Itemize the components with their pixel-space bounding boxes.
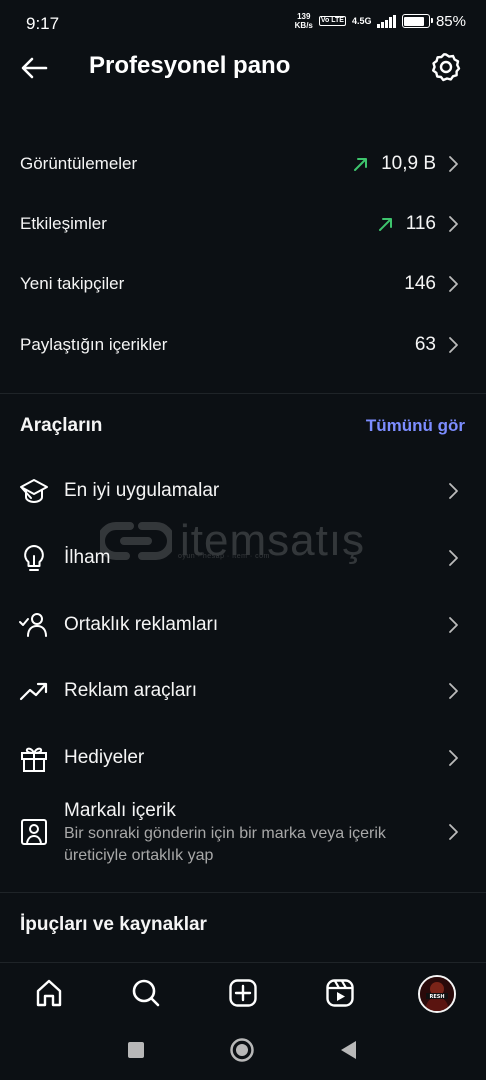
stat-value-group: 116 [376,213,460,235]
tool-ad-tools[interactable]: Reklam araçları [0,657,486,723]
home-button-icon[interactable] [229,1037,255,1063]
tool-sublabel: Bir sonraki gönderin için bir marka veya… [64,825,386,864]
tool-inspiration[interactable]: İlham [0,524,486,590]
stat-row-views[interactable]: Görüntülemeler 10,9 B [0,134,486,194]
home-icon [36,979,62,1007]
chevron-right-icon [449,824,458,840]
network-speed: 139 KB/s [294,12,313,30]
nav-create[interactable] [225,975,261,1011]
section-divider [0,892,486,893]
arrow-left-icon[interactable] [18,51,52,85]
tool-label: Reklam araçları [64,680,198,701]
trend-up-arrow-icon [378,218,392,231]
profile-avatar[interactable]: RESH [418,975,456,1013]
chevron-right-icon [449,337,458,353]
chevron-right-icon [449,617,458,633]
stat-value: 116 [405,213,436,234]
nav-reels[interactable] [322,975,358,1011]
chevron-right-icon [449,216,458,232]
signal-icon [377,14,396,28]
person-check-icon [19,613,47,637]
tool-partnership-ads[interactable]: Ortaklık reklamları [0,591,486,657]
chevron-right-icon [449,750,458,766]
tool-gifts[interactable]: Hediyeler [0,724,486,790]
trending-up-icon [19,682,48,701]
battery-icon [401,14,433,28]
stat-row-shared-content[interactable]: Paylaştığın içerikler 63 [0,315,486,375]
reels-icon [326,979,354,1007]
add-post-icon [229,979,257,1007]
graduation-cap-icon [20,479,48,504]
stat-label: Paylaştığın içerikler [20,335,168,354]
back-button-icon[interactable] [338,1039,358,1061]
stat-value-group: 146 [404,273,460,295]
search-icon [132,979,160,1007]
stat-row-new-followers[interactable]: Yeni takipçiler 146 [0,254,486,314]
see-all-link[interactable]: Tümünü gör [366,416,465,436]
stat-value-group: 63 [415,334,460,356]
tool-best-practices[interactable]: En iyi uygulamalar [0,458,486,524]
stat-value-group: 10,9 B [351,153,460,175]
nav-home[interactable] [31,975,67,1011]
chevron-right-icon [449,683,458,699]
system-navigation-bar [0,1024,486,1080]
chevron-right-icon [449,483,458,499]
gift-icon [21,747,47,772]
tools-section-title: Araçların [20,415,103,436]
stat-row-interactions[interactable]: Etkileşimler 116 [0,194,486,254]
stat-label: Görüntülemeler [20,154,138,173]
status-time: 9:17 [26,14,60,33]
tool-label: Hediyeler [64,747,145,768]
tips-section-title: İpuçları ve kaynaklar [20,914,207,935]
stat-label: Yeni takipçiler [20,274,125,293]
nav-search[interactable] [128,975,164,1011]
network-type: 4.5G [351,16,372,26]
branded-content-icon [21,819,47,845]
page-title: Profesyonel pano [89,52,291,79]
chevron-right-icon [449,276,458,292]
bottom-nav: RESH [0,962,486,1024]
chevron-right-icon [449,550,458,566]
stat-value: 146 [404,273,436,294]
tool-branded-content[interactable]: Markalı içerik Bir sonraki gönderin için… [0,792,486,882]
stat-value: 10,9 B [381,153,436,174]
trend-up-arrow-icon [354,158,368,171]
status-bar: 9:17 139 KB/s Vo LTE 4.5G 85% [0,0,486,48]
section-divider [0,393,486,394]
battery-percent: 85% [435,12,466,30]
chevron-right-icon [449,156,458,172]
status-indicators: 139 KB/s Vo LTE 4.5G 85% [295,12,466,30]
avatar-text: RESH [429,994,444,1000]
avatar-image: RESH [420,977,454,1011]
battery-fill [404,16,425,26]
tool-label: İlham [64,547,111,568]
tool-label: En iyi uygulamalar [64,480,220,501]
gear-icon[interactable] [430,51,462,83]
lightbulb-icon [24,545,44,571]
page-header: Profesyonel pano [0,48,486,88]
stat-value: 63 [414,334,436,355]
volte-icon: Vo LTE [318,16,346,26]
stat-label: Etkileşimler [20,214,107,233]
tool-label: Ortaklık reklamları [64,614,219,635]
tool-label: Markalı içerik [64,800,176,821]
recents-button-icon[interactable] [126,1040,146,1060]
